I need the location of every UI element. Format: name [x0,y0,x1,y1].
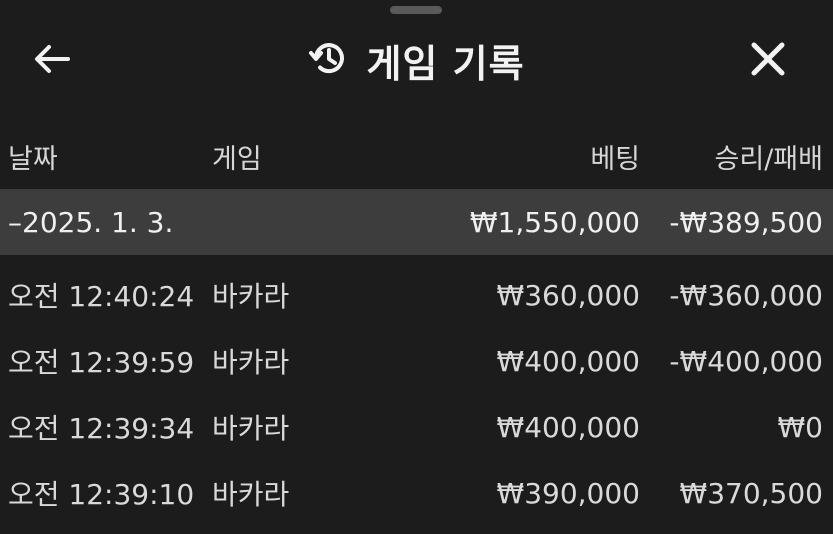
row-bet: ₩390,000 [496,476,640,510]
row-game: 바카라 [212,346,290,379]
title-group: 게임 기록 [0,30,833,90]
close-button[interactable] [743,36,793,86]
row-bet: ₩400,000 [496,344,640,378]
drag-handle[interactable] [390,6,442,14]
row-time: 오전 12:39:34 [8,412,195,445]
date-group-label: –2025. 1. 3. [8,205,174,239]
date-group-row[interactable]: –2025. 1. 3. ₩1,550,000 -₩389,500 [0,189,833,255]
history-row[interactable]: 오전 12:39:59 바카라 ₩400,000 -₩400,000 [0,328,833,394]
page-title: 게임 기록 [366,41,525,86]
column-header-result: 승리/패배 [714,143,823,175]
history-list: 오전 12:40:24 바카라 ₩360,000 -₩360,000 오전 12… [0,262,833,526]
row-time: 오전 12:39:59 [8,346,195,379]
column-header-row: 날짜 게임 베팅 승리/패배 [0,130,833,182]
row-game: 바카라 [212,478,290,511]
row-result: ₩0 [777,410,824,444]
column-header-date: 날짜 [8,143,58,175]
row-time: 오전 12:39:10 [8,478,195,511]
column-header-bet: 베팅 [590,143,640,175]
row-game: 바카라 [212,412,290,445]
row-result: -₩360,000 [669,278,823,312]
row-time: 오전 12:40:24 [8,280,195,313]
date-group-result-total: -₩389,500 [669,205,823,239]
history-row[interactable]: 오전 12:40:24 바카라 ₩360,000 -₩360,000 [0,262,833,328]
row-bet: ₩400,000 [496,410,640,444]
column-header-game: 게임 [212,143,262,175]
header: 게임 기록 [0,22,833,98]
row-game: 바카라 [212,280,290,313]
game-history-sheet: 게임 기록 날짜 게임 베팅 승리/패배 –2025. 1. 3. ₩1,550… [0,0,833,534]
row-bet: ₩360,000 [496,278,640,312]
history-icon [308,38,348,82]
date-group-bet-total: ₩1,550,000 [469,205,640,239]
row-result: -₩400,000 [669,344,823,378]
close-icon [750,41,786,81]
history-row[interactable]: 오전 12:39:10 바카라 ₩390,000 ₩370,500 [0,460,833,526]
row-result: ₩370,500 [679,476,823,510]
history-row[interactable]: 오전 12:39:34 바카라 ₩400,000 ₩0 [0,394,833,460]
